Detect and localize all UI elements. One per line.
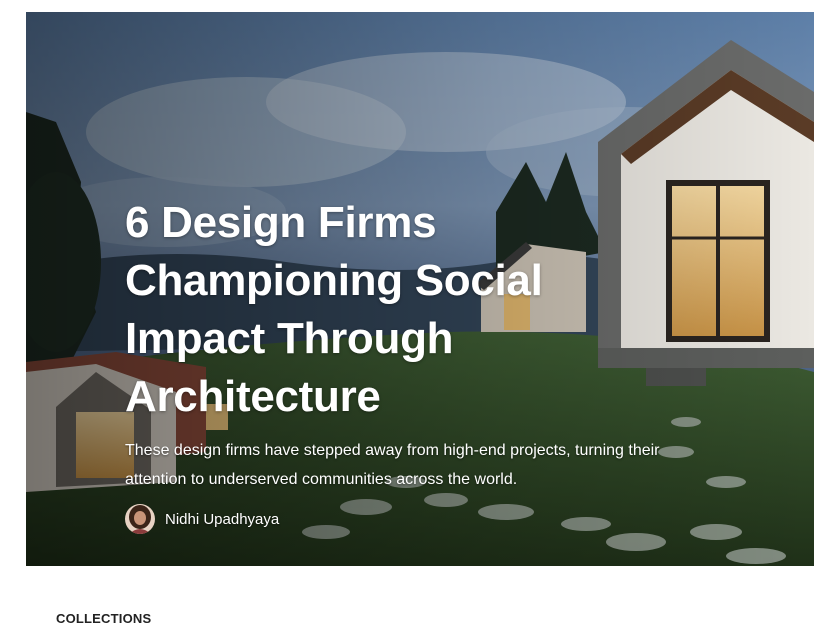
author-avatar-image	[125, 504, 155, 534]
article-subtitle: These design firms have stepped away fro…	[125, 442, 660, 488]
article-title-line-1: 6 Design Firms	[125, 198, 437, 247]
article-title-line-3: Impact Through	[125, 314, 454, 363]
article-title[interactable]: 6 Design Firms Championing Social Impact…	[125, 194, 725, 426]
collections-section-label: COLLECTIONS	[56, 611, 152, 626]
page: 6 Design Firms Championing Social Impact…	[0, 0, 814, 644]
article-title-line-4: Architecture	[125, 372, 381, 421]
author-byline[interactable]: Nidhi Upadhyaya	[125, 504, 725, 534]
author-name[interactable]: Nidhi Upadhyaya	[165, 511, 279, 528]
hero-text-block: 6 Design Firms Championing Social Impact…	[125, 194, 725, 534]
article-title-line-2: Championing Social	[125, 256, 543, 305]
author-avatar[interactable]	[125, 504, 155, 534]
hero-article-card[interactable]: 6 Design Firms Championing Social Impact…	[26, 12, 814, 566]
